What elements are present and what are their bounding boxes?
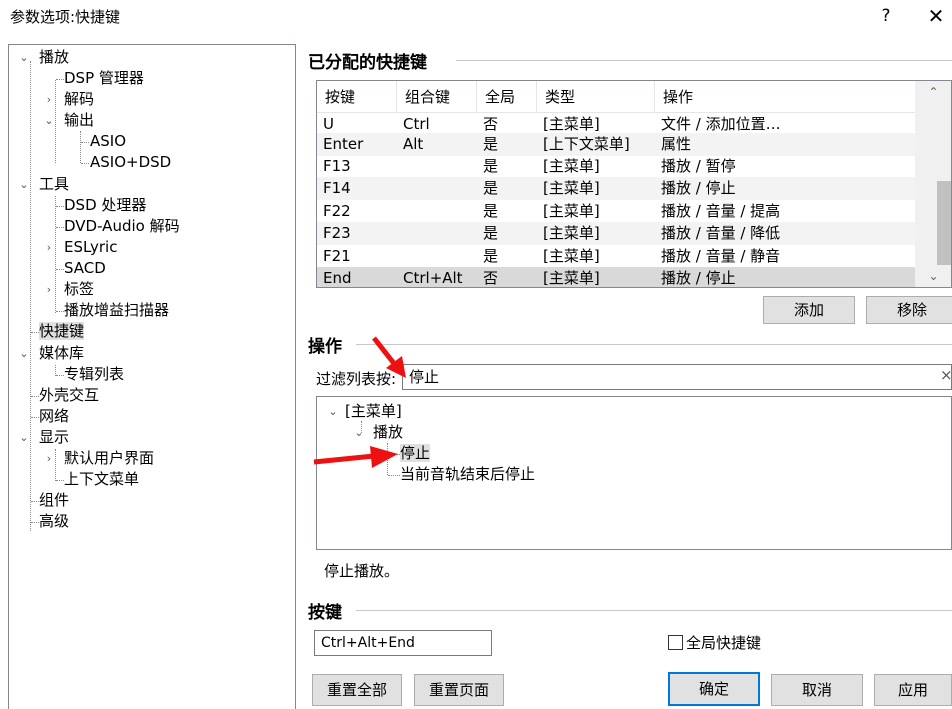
tree-item-dsd-processor[interactable]: DSD 处理器 — [64, 195, 146, 216]
preferences-tree[interactable]: ⌄ 播放 DSP 管理器 › 解码 ⌄ 输出 ASIO ASIO+DSD ⌄ 工… — [8, 44, 296, 709]
section-divider — [356, 344, 952, 345]
action-description: 停止播放。 — [324, 562, 400, 580]
action-heading: 操作 — [308, 337, 342, 357]
table-header: 按键 组合键 全局 类型 操作 — [317, 81, 915, 113]
section-divider — [456, 60, 952, 61]
tree-item-asio[interactable]: ASIO — [90, 131, 126, 152]
column-header[interactable]: 操作 — [655, 81, 915, 113]
tree-item-dsp-manager[interactable]: DSP 管理器 — [64, 68, 144, 89]
table-row[interactable]: F14 是 [主菜单] 播放 / 停止 — [317, 177, 915, 200]
tree-item-replaygain-scanner[interactable]: 播放增益扫描器 — [64, 300, 169, 321]
tree-item-album-list[interactable]: 专辑列表 — [64, 364, 124, 385]
reset-all-button[interactable]: 重置全部 — [312, 674, 402, 706]
tree-item-asio-dsd[interactable]: ASIO+DSD — [90, 152, 171, 173]
remove-button[interactable]: 移除 — [866, 296, 952, 324]
tree-item-context-menu[interactable]: 上下文菜单 — [64, 469, 139, 490]
tree-item-dvd-audio-decoder[interactable]: DVD-Audio 解码 — [64, 216, 180, 237]
column-header[interactable]: 按键 — [317, 81, 397, 113]
window-title: 参数选项:快捷键 — [10, 8, 121, 26]
reset-page-button[interactable]: 重置页面 — [414, 674, 504, 706]
global-shortcut-label: 全局快捷键 — [686, 634, 762, 652]
global-shortcut-checkbox[interactable] — [668, 635, 683, 650]
key-heading: 按键 — [308, 603, 342, 623]
tree-item-networking[interactable]: 网络 — [39, 406, 69, 427]
action-tree-item-stop-after-current[interactable]: 当前音轨结束后停止 — [400, 464, 535, 485]
key-input[interactable]: Ctrl+Alt+End — [314, 630, 492, 656]
tree-item-components[interactable]: 组件 — [39, 490, 69, 511]
table-row[interactable]: F21 是 [主菜单] 播放 / 音量 / 静音 — [317, 245, 915, 268]
close-button[interactable]: ✕ — [920, 2, 952, 30]
filter-input[interactable]: 停止 — [402, 364, 952, 390]
title-bar: 参数选项:快捷键 ? ✕ — [0, 0, 952, 32]
help-button[interactable]: ? — [868, 2, 904, 30]
table-row[interactable]: F23 是 [主菜单] 播放 / 音量 / 降低 — [317, 222, 915, 245]
ok-button[interactable]: 确定 — [668, 672, 760, 706]
action-tree[interactable]: ⌄ [主菜单] ⌄ 播放 停止 当前音轨结束后停止 — [316, 396, 952, 550]
assigned-shortcuts-heading: 已分配的快捷键 — [308, 53, 427, 73]
chevron-down-icon[interactable]: ⌄ — [327, 401, 339, 422]
tree-item-advanced[interactable]: 高级 — [39, 511, 69, 532]
table-scrollbar[interactable]: ⌃ ⌄ — [915, 81, 951, 287]
table-row-selected[interactable]: End Ctrl+Alt 否 [主菜单] 播放 / 停止 — [317, 267, 915, 287]
scroll-thumb[interactable] — [937, 181, 951, 265]
section-divider — [356, 610, 952, 611]
red-arrow-icon — [372, 336, 406, 378]
chevron-right-icon[interactable]: › — [43, 279, 55, 300]
clear-filter-icon[interactable]: × — [940, 366, 952, 384]
chevron-down-icon[interactable]: ⌄ — [353, 422, 365, 443]
scroll-up-icon[interactable]: ⌃ — [915, 81, 951, 103]
tree-item-keyboard-shortcuts[interactable]: 快捷键 — [39, 321, 85, 342]
chevron-down-icon[interactable]: ⌄ — [18, 343, 30, 364]
chevron-down-icon[interactable]: ⌄ — [18, 174, 30, 195]
chevron-right-icon[interactable]: › — [43, 448, 55, 469]
apply-button[interactable]: 应用 — [874, 674, 952, 706]
table-row[interactable]: F13 是 [主菜单] 播放 / 暂停 — [317, 155, 915, 178]
table-row[interactable]: Enter Alt 是 [上下文菜单] 属性 — [317, 133, 915, 156]
column-header[interactable]: 全局 — [477, 81, 537, 113]
tree-item-sacd[interactable]: SACD — [64, 258, 106, 279]
action-tree-item-stop[interactable]: 停止 — [400, 443, 431, 464]
scroll-down-icon[interactable]: ⌄ — [915, 265, 951, 287]
cancel-button[interactable]: 取消 — [771, 674, 863, 706]
chevron-down-icon[interactable]: ⌄ — [43, 110, 55, 131]
column-header[interactable]: 类型 — [537, 81, 655, 113]
shortcuts-table[interactable]: 按键 组合键 全局 类型 操作 U Ctrl 否 [主菜单] 文件 / 添加位置… — [316, 80, 952, 288]
chevron-right-icon[interactable]: › — [43, 89, 55, 110]
table-row[interactable]: F22 是 [主菜单] 播放 / 音量 / 提高 — [317, 200, 915, 223]
column-header[interactable]: 组合键 — [397, 81, 477, 113]
chevron-right-icon[interactable]: › — [43, 237, 55, 258]
red-arrow-icon — [313, 446, 398, 468]
add-button[interactable]: 添加 — [763, 296, 855, 324]
chevron-down-icon[interactable]: ⌄ — [18, 47, 30, 68]
chevron-down-icon[interactable]: ⌄ — [18, 427, 30, 448]
tree-item-shell-integration[interactable]: 外壳交互 — [39, 385, 99, 406]
